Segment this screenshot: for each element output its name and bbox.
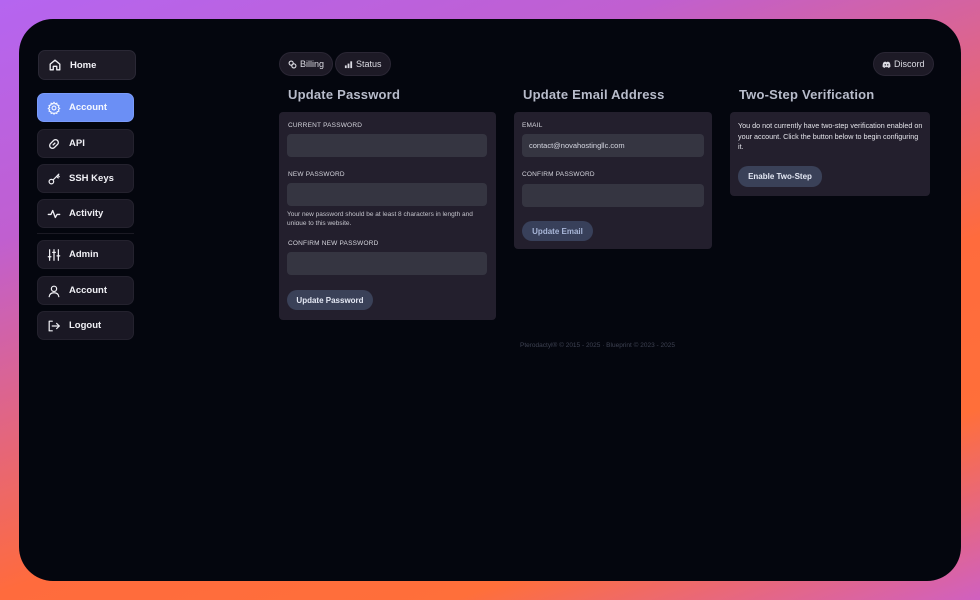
two-step-description: You do not currently have two-step verif… [738, 121, 923, 151]
discord-button[interactable]: Discord [873, 52, 934, 76]
confirm-new-password-input[interactable] [287, 252, 487, 275]
update-email-button[interactable]: Update Email [522, 221, 593, 241]
email-label: EMAIL [522, 122, 543, 129]
discord-icon [882, 61, 891, 68]
logout-icon [48, 320, 60, 331]
sidebar-item-label: Activity [69, 208, 104, 219]
sidebar-item-ssh-keys[interactable]: SSH Keys [37, 164, 134, 193]
sidebar-item-label: API [69, 138, 85, 149]
billing-button[interactable]: Billing [279, 52, 334, 76]
sidebar-item-home[interactable]: Home [38, 50, 136, 80]
enable-two-step-button[interactable]: Enable Two-Step [738, 166, 822, 187]
update-password-card: CURRENT PASSWORD NEW PASSWORD Your new p… [279, 112, 496, 320]
sidebar-item-label: Home [70, 59, 97, 71]
two-step-title: Two-Step Verification [739, 87, 875, 102]
confirm-password-label: CONFIRM PASSWORD [522, 171, 595, 178]
sidebar-item-label: Account [69, 285, 107, 296]
sidebar-item-account-profile[interactable]: Account [37, 276, 134, 305]
current-password-input[interactable] [287, 134, 487, 157]
link-icon [49, 138, 59, 149]
billing-label: Billing [300, 59, 325, 69]
home-icon [49, 59, 61, 71]
gear-icon [47, 100, 61, 115]
email-input[interactable] [522, 134, 704, 157]
confirm-password-input[interactable] [522, 184, 704, 207]
current-password-label: CURRENT PASSWORD [288, 122, 363, 129]
two-step-card: You do not currently have two-step verif… [730, 112, 930, 196]
sidebar-item-account[interactable]: Account [37, 93, 134, 122]
password-hint: Your new password should be at least 8 c… [287, 211, 473, 225]
sidebar-item-label: Admin [69, 249, 99, 260]
sliders-icon [47, 248, 61, 261]
new-password-input[interactable] [287, 183, 487, 206]
user-icon [48, 285, 60, 297]
confirm-new-password-label: CONFIRM NEW PASSWORD [288, 240, 379, 247]
update-password-title: Update Password [288, 87, 401, 102]
sidebar-item-api[interactable]: API [37, 129, 134, 158]
sidebar-item-label: Logout [69, 320, 102, 331]
status-label: Status [356, 59, 382, 69]
sidebar-item-activity[interactable]: Activity [37, 199, 134, 228]
discord-label: Discord [894, 59, 925, 69]
sidebar-item-label: SSH Keys [69, 173, 114, 184]
app-window: Home Account API SSH Keys Activity Admin… [19, 19, 961, 581]
sidebar-divider [37, 233, 134, 234]
sidebar-item-logout[interactable]: Logout [37, 311, 134, 340]
update-password-button[interactable]: Update Password [287, 290, 373, 310]
signal-bars-icon [344, 60, 353, 68]
new-password-label: NEW PASSWORD [288, 171, 345, 178]
activity-icon [47, 209, 61, 218]
update-email-title: Update Email Address [523, 87, 665, 102]
sidebar-item-label: Account [69, 102, 107, 113]
status-button[interactable]: Status [335, 52, 391, 76]
key-icon [48, 173, 60, 185]
coins-icon [288, 60, 297, 68]
update-email-card: EMAIL CONFIRM PASSWORD Update Email [514, 112, 712, 249]
sidebar-item-admin[interactable]: Admin [37, 240, 134, 269]
footer-copyright: Pterodactyl® © 2015 - 2025 · Blueprint ©… [520, 342, 675, 349]
